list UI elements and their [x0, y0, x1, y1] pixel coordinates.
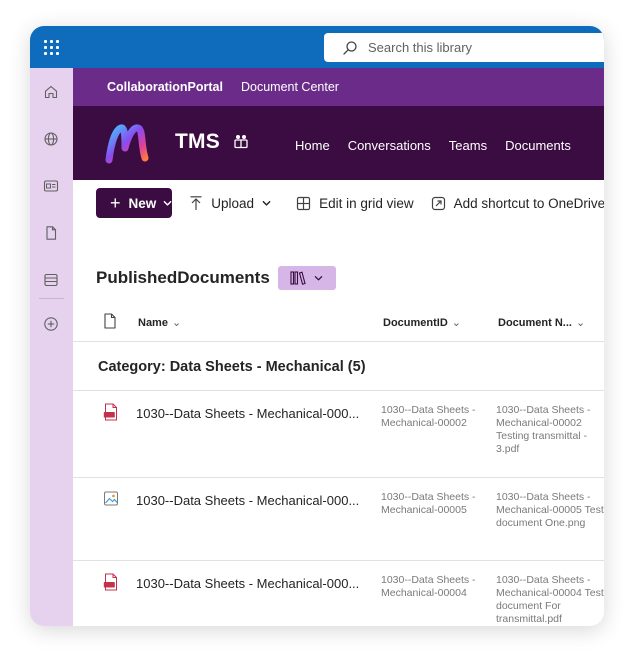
table-row[interactable]: 1030--Data Sheets - Mechanical-000... 10… — [73, 478, 604, 561]
search-icon — [343, 40, 357, 55]
column-header-name[interactable]: Name ⌄ — [138, 316, 181, 329]
command-bar: + New Upload Edit in grid view Add short… — [73, 180, 604, 226]
upload-label: Upload — [211, 195, 255, 211]
nav-conversations[interactable]: Conversations — [348, 138, 431, 153]
new-button[interactable]: + New — [96, 188, 173, 218]
edit-grid-view-label: Edit in grid view — [319, 195, 414, 211]
table-row[interactable]: 1030--Data Sheets - Mechanical-000... 10… — [73, 561, 604, 626]
file-type-icon[interactable] — [103, 313, 117, 329]
add-circle-icon — [44, 317, 58, 331]
library-icon — [290, 271, 306, 285]
column-header-document-name-label: Document N... — [498, 317, 572, 329]
search-input[interactable]: Search this library — [368, 40, 472, 55]
home-icon — [44, 85, 58, 99]
column-header-document-name[interactable]: Document N... ⌄ — [498, 316, 585, 329]
add-shortcut-label: Add shortcut to OneDrive — [453, 195, 604, 211]
sites-rail-button[interactable] — [41, 129, 61, 149]
news-rail-button[interactable] — [41, 176, 61, 196]
column-header-document-id-label: DocumentID — [383, 317, 448, 329]
app-launcher-button[interactable] — [30, 26, 72, 68]
news-icon — [43, 180, 59, 192]
column-header-row: Name ⌄ DocumentID ⌄ Document N... ⌄ — [73, 302, 604, 342]
site-header: TMS Home Conversations Teams Documents — [73, 106, 604, 180]
add-shortcut-button[interactable]: Add shortcut to OneDrive — [431, 196, 604, 211]
row-document-name: 1030--Data Sheets - Mechanical-00004 Tes… — [496, 574, 604, 625]
group-icon — [234, 135, 248, 149]
nav-home[interactable]: Home — [295, 138, 330, 153]
shortcut-icon — [431, 196, 445, 210]
upload-icon — [190, 196, 202, 210]
home-rail-button[interactable] — [41, 82, 61, 102]
hub-navigation: CollaborationPortal Document Center — [73, 68, 604, 106]
globe-icon — [44, 132, 58, 146]
view-switcher-button[interactable] — [277, 266, 336, 290]
plus-icon: + — [110, 193, 121, 213]
files-rail-button[interactable] — [41, 223, 61, 243]
site-navigation: Home Conversations Teams Documents — [295, 138, 589, 153]
suite-bar: Search this library — [30, 26, 604, 68]
chevron-down-icon: ⌄ — [575, 317, 586, 329]
row-name-link[interactable]: 1030--Data Sheets - Mechanical-000... — [136, 576, 359, 591]
row-document-id: 1030--Data Sheets - Mechanical-00004 — [381, 574, 476, 599]
app-window: Search this library CollaborationPortal … — [30, 26, 604, 626]
library-title: PublishedDocuments — [96, 268, 270, 287]
chevron-down-icon — [315, 275, 323, 280]
left-app-rail — [30, 68, 73, 626]
edit-grid-view-button[interactable]: Edit in grid view — [296, 196, 414, 211]
nav-documents[interactable]: Documents — [505, 138, 571, 153]
chevron-down-icon — [163, 200, 172, 206]
table-row[interactable]: 1030--Data Sheets - Mechanical-000... 10… — [73, 391, 604, 478]
chevron-down-icon — [262, 200, 271, 206]
new-button-label: New — [128, 195, 157, 211]
column-header-document-id[interactable]: DocumentID ⌄ — [383, 316, 461, 329]
hub-link-document-center[interactable]: Document Center — [241, 80, 339, 94]
list-icon — [44, 273, 58, 287]
lists-rail-button[interactable] — [41, 270, 61, 290]
site-logo-icon[interactable] — [103, 118, 151, 166]
group-header[interactable]: Category: Data Sheets - Mechanical (5) — [98, 359, 366, 375]
row-document-id: 1030--Data Sheets - Mechanical-00005 — [381, 491, 476, 516]
upload-button[interactable]: Upload — [189, 195, 279, 211]
row-document-name: 1030--Data Sheets - Mechanical-00005 Tes… — [496, 491, 604, 529]
row-document-id: 1030--Data Sheets - Mechanical-00002 — [381, 404, 476, 429]
nav-teams[interactable]: Teams — [449, 138, 487, 153]
pdf-file-icon — [103, 573, 117, 591]
row-name-link[interactable]: 1030--Data Sheets - Mechanical-000... — [136, 493, 359, 508]
library-header: PublishedDocuments — [96, 266, 336, 290]
row-document-name: 1030--Data Sheets - Mechanical-00002 Tes… — [496, 404, 591, 455]
pdf-file-icon — [103, 403, 117, 421]
chevron-down-icon: ⌄ — [171, 317, 182, 329]
rail-divider — [39, 298, 64, 299]
image-file-icon — [104, 491, 118, 506]
search-box[interactable]: Search this library — [324, 33, 604, 62]
hub-title[interactable]: CollaborationPortal — [107, 80, 223, 94]
document-icon — [46, 226, 57, 240]
waffle-icon — [43, 39, 59, 55]
grid-icon — [296, 196, 311, 210]
row-name-link[interactable]: 1030--Data Sheets - Mechanical-000... — [136, 406, 359, 421]
column-header-name-label: Name — [138, 317, 168, 329]
site-title[interactable]: TMS — [175, 130, 220, 154]
create-rail-button[interactable] — [41, 314, 61, 334]
chevron-down-icon: ⌄ — [451, 317, 461, 329]
